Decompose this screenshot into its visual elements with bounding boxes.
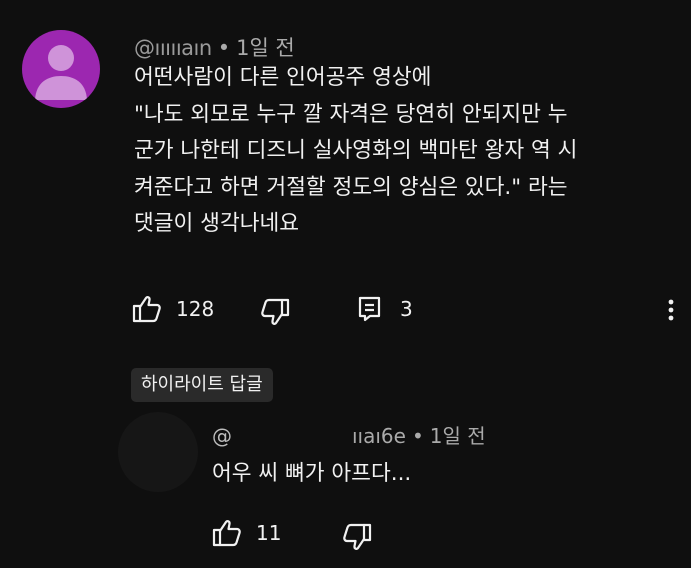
thumbs-down-icon	[342, 523, 372, 551]
comment-text: 어떤사람이 다른 인어공주 영상에 "나도 외모로 누구 깔 자격은 당연히 안…	[134, 60, 669, 243]
reply-avatar[interactable]	[118, 412, 198, 492]
like-count: 128	[176, 297, 215, 321]
author-name[interactable]: @ıııııaın	[134, 36, 212, 60]
avatar[interactable]	[22, 30, 100, 108]
separator-dot: •	[411, 424, 424, 448]
more-options-button[interactable]	[659, 296, 683, 324]
reply-like-button[interactable]: 11	[212, 517, 281, 549]
thumbs-down-icon	[260, 298, 290, 326]
dislike-button[interactable]	[260, 296, 290, 328]
reply-time[interactable]: 1일 전	[430, 424, 486, 448]
reply-like-count: 11	[256, 521, 282, 545]
separator-dot: •	[217, 36, 231, 60]
reply-author-name-end[interactable]: ııaı6e	[352, 424, 406, 448]
comment-meta: @ıııııaın • 1일 전	[134, 32, 295, 62]
comment-icon	[358, 296, 382, 322]
reply-text: 어우 씨 뼈가 아프다...	[212, 461, 412, 486]
comment-line: 어떤사람이 다른 인어공주 영상에	[134, 65, 432, 90]
reply-button[interactable]: 3	[358, 293, 413, 325]
reply-meta: @ ııaı6e • 1일 전	[212, 420, 486, 449]
highlighted-reply-badge: 하이라이트 답글	[131, 368, 273, 402]
default-avatar-icon	[35, 45, 87, 100]
comment-line: 댓글이 생각나네요	[134, 211, 300, 236]
comment-line: "나도 외모로 누구 깔 자격은 당연히 안되지만 누	[134, 101, 568, 127]
more-vertical-icon	[668, 299, 674, 321]
thumbs-up-icon	[132, 295, 162, 323]
reply-count: 3	[400, 297, 413, 321]
comment-time[interactable]: 1일 전	[236, 36, 295, 60]
thumbs-up-icon	[212, 519, 242, 547]
comment-line: 켜준다고 하면 거절할 정도의 양심은 있다." 라는	[134, 174, 568, 200]
reply-author-name[interactable]: @	[212, 424, 232, 448]
like-button[interactable]: 128	[132, 293, 214, 325]
reply-dislike-button[interactable]	[342, 521, 372, 553]
comment-line: 군가 나한테 디즈니 실사영화의 백마탄 왕자 역 시	[134, 138, 578, 163]
